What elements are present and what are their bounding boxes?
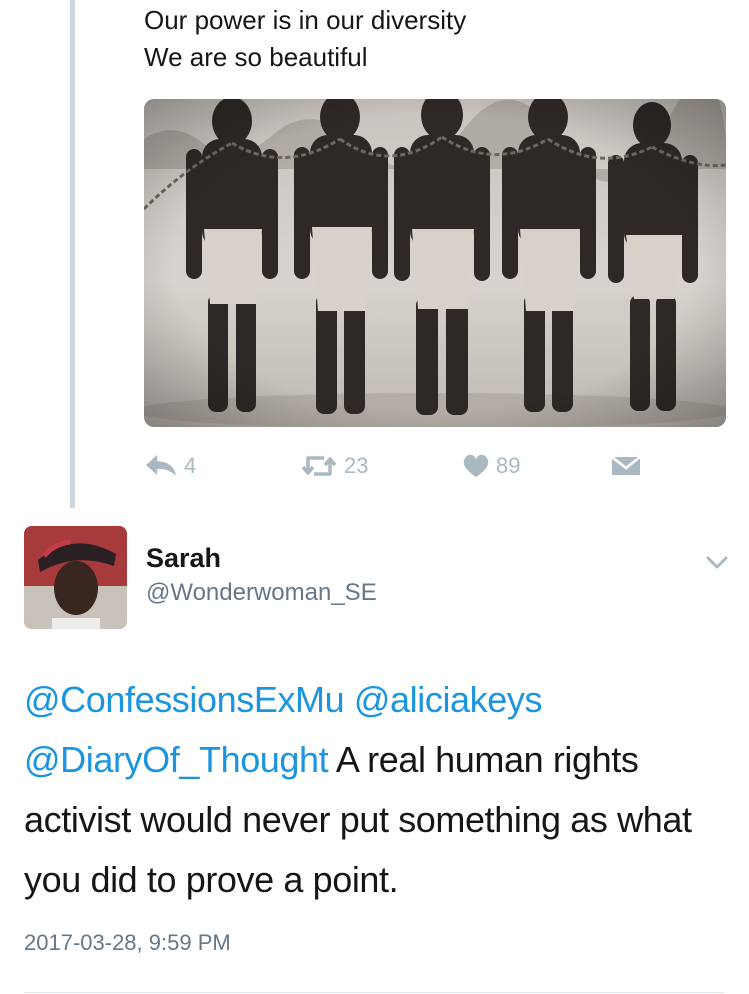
chevron-down-icon[interactable] xyxy=(703,548,731,576)
tweet-text: @ConfessionsExMu @aliciakeys @DiaryOf_Th… xyxy=(24,670,736,910)
previous-tweet-text: Our power is in our diversity We are so … xyxy=(144,2,466,76)
mention-link[interactable]: @aliciakeys xyxy=(354,679,543,720)
avatar[interactable] xyxy=(24,526,127,629)
envelope-icon xyxy=(611,456,641,475)
direct-message-button[interactable] xyxy=(610,448,642,484)
heart-icon xyxy=(463,454,489,477)
thread-connector-line xyxy=(70,0,75,508)
reply-icon xyxy=(146,455,176,476)
previous-tweet-line-2: We are so beautiful xyxy=(144,42,368,72)
tweet-timestamp[interactable]: 2017-03-28, 9:59 PM xyxy=(24,930,231,956)
tweet-photo[interactable] xyxy=(144,99,726,427)
reply-button[interactable]: 4 xyxy=(144,448,196,484)
mention-link[interactable]: @ConfessionsExMu xyxy=(24,679,345,720)
divider xyxy=(24,992,724,993)
retweet-button[interactable]: 23 xyxy=(300,448,368,484)
previous-tweet-line-1: Our power is in our diversity xyxy=(144,5,467,35)
author-handle[interactable]: @Wonderwoman_SE xyxy=(146,579,377,607)
retweet-count: 23 xyxy=(344,453,369,478)
like-button[interactable]: 89 xyxy=(462,448,520,484)
retweet-icon xyxy=(301,456,337,476)
author-name[interactable]: Sarah xyxy=(146,543,221,574)
mention-link[interactable]: @DiaryOf_Thought xyxy=(24,739,329,780)
like-count: 89 xyxy=(496,453,521,478)
previous-tweet-actions: 4 23 89 xyxy=(144,448,664,484)
reply-count: 4 xyxy=(184,453,197,478)
